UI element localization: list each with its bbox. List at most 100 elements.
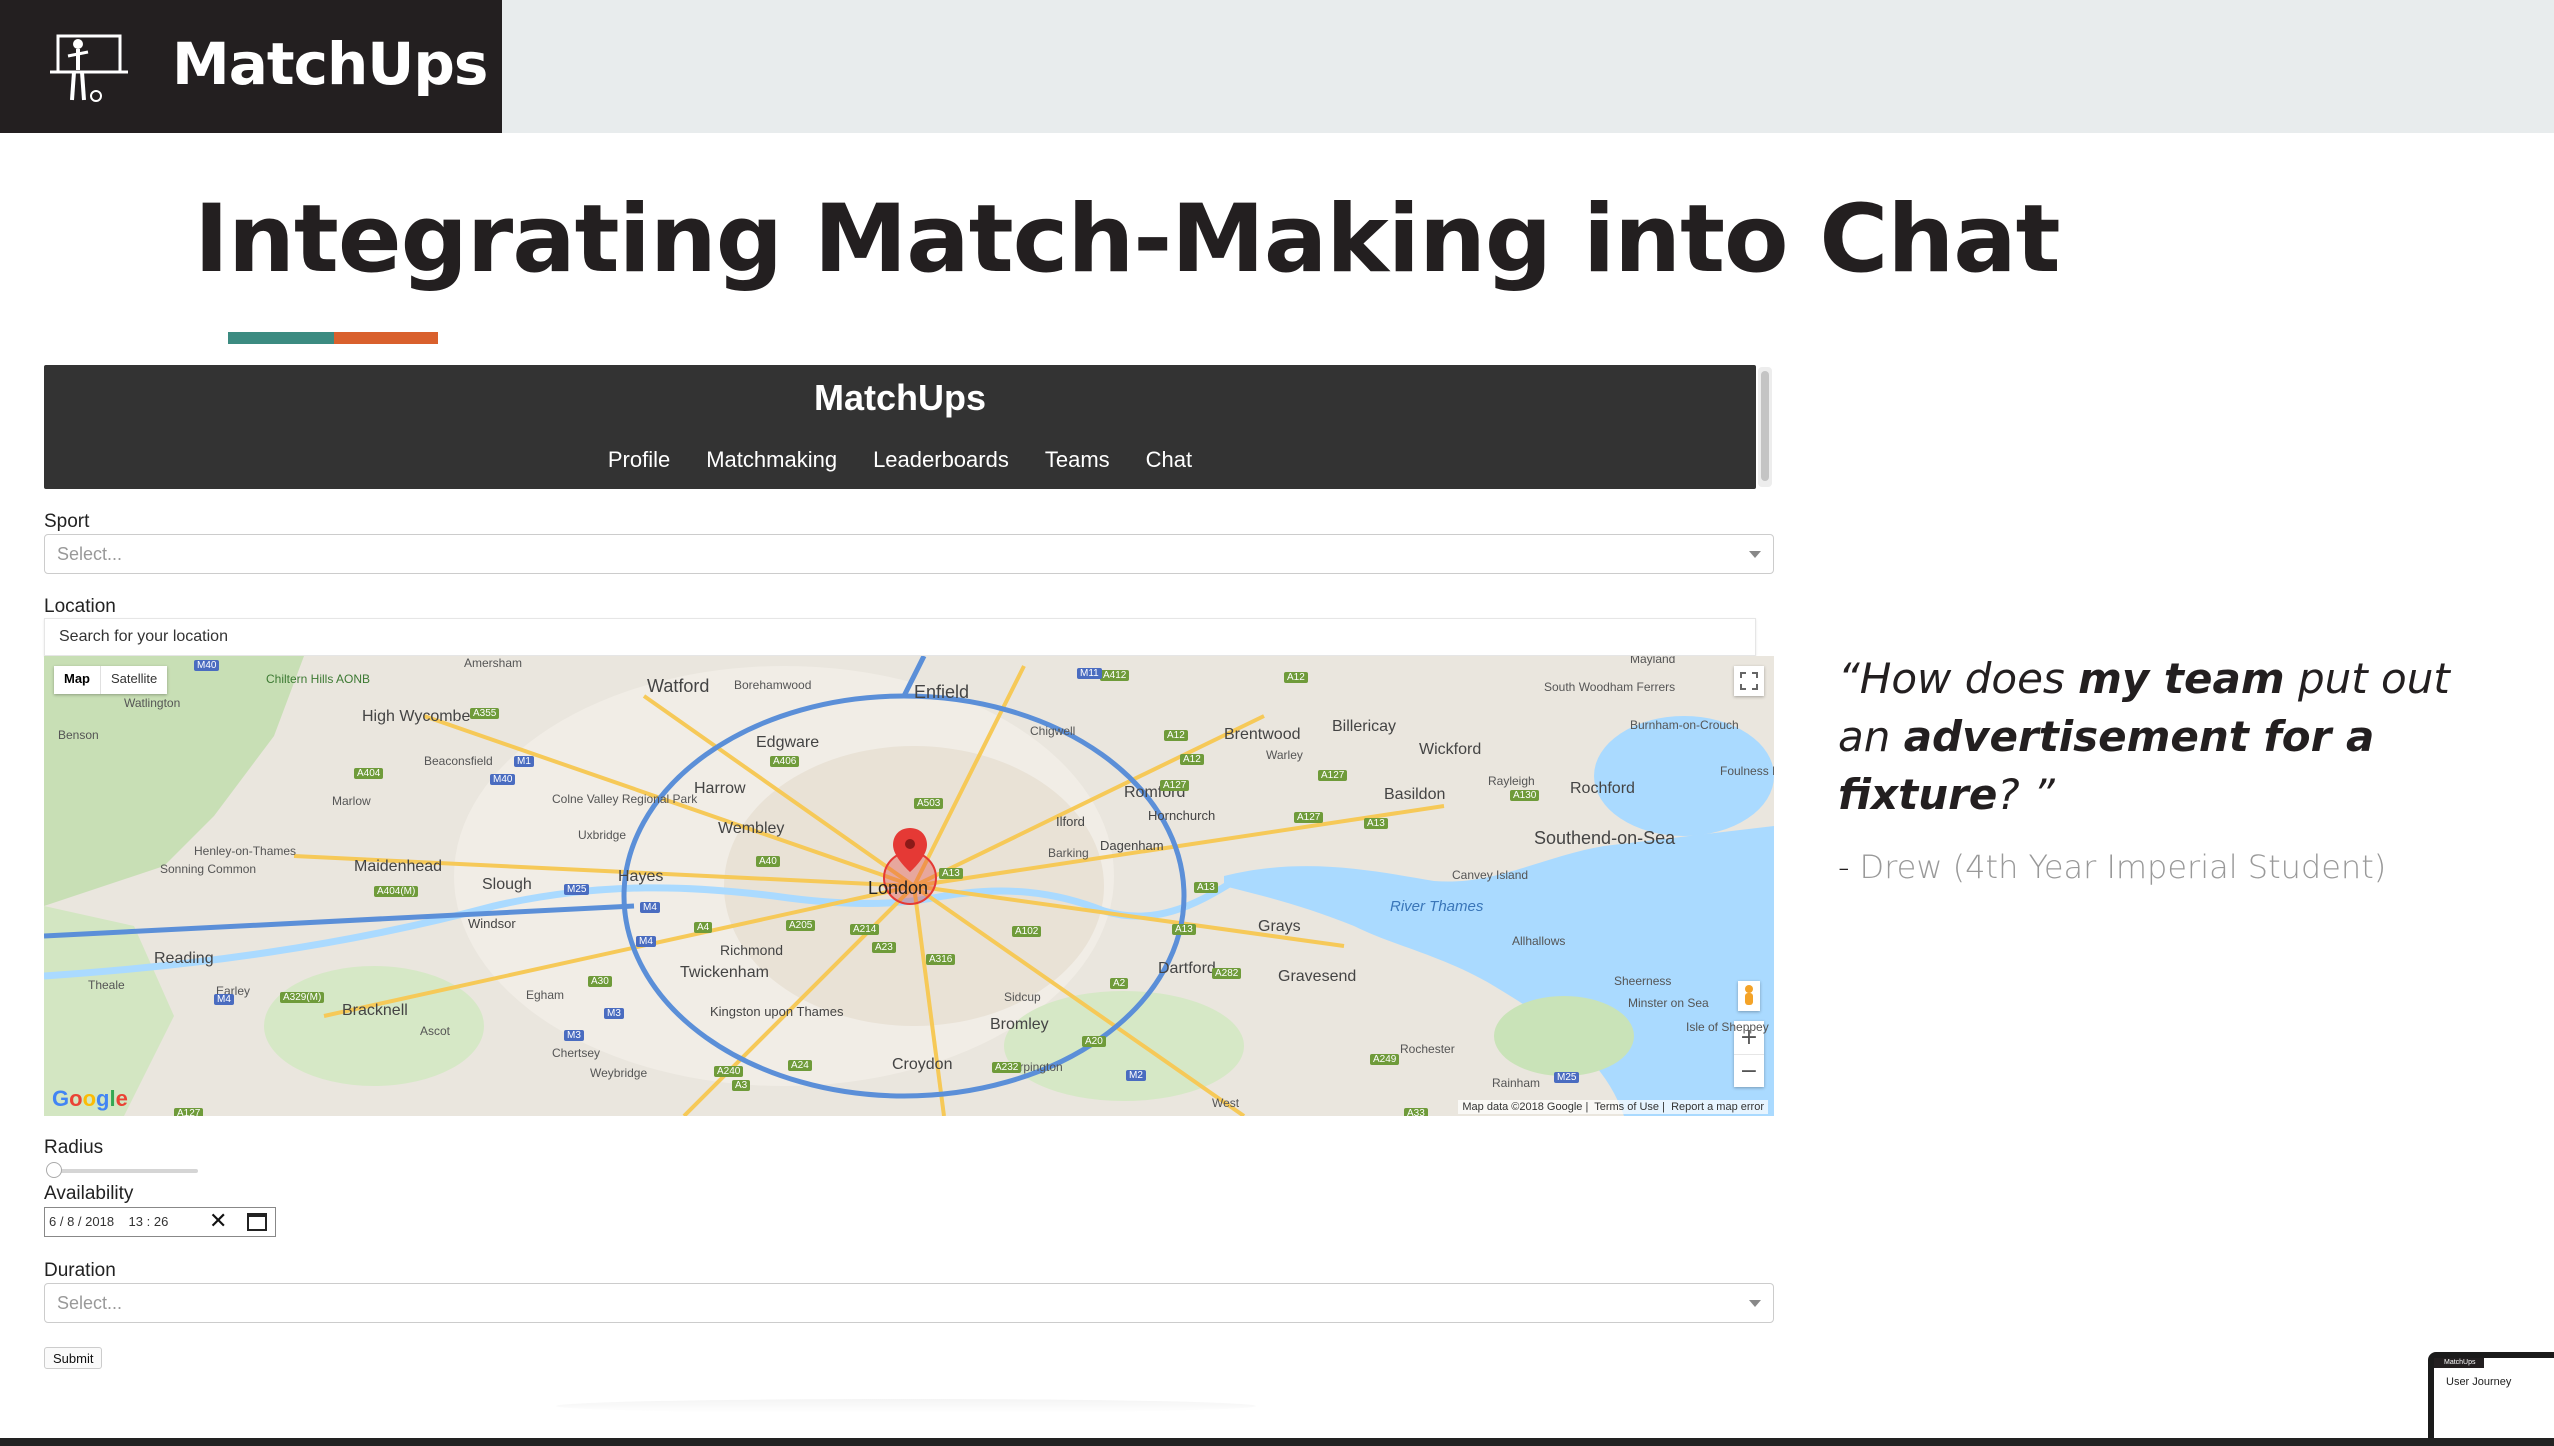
nav-link-matchmaking[interactable]: Matchmaking bbox=[706, 447, 837, 473]
road-badge: A232 bbox=[992, 1062, 1022, 1073]
quote-attribution: - Drew (4th Year Imperial Student) bbox=[1838, 848, 2386, 886]
map-place-label: West bbox=[1212, 1096, 1240, 1110]
map-place-label: Mayland bbox=[1630, 656, 1676, 666]
map-type-satellite-button[interactable]: Satellite bbox=[101, 666, 167, 694]
radius-slider-thumb[interactable] bbox=[46, 1162, 62, 1178]
road-badge: A12 bbox=[1180, 754, 1204, 765]
map-place-label: Ascot bbox=[420, 1024, 451, 1038]
availability-hour[interactable]: 13 bbox=[129, 1214, 143, 1229]
road-badge: M4 bbox=[636, 936, 656, 947]
map-type-control: Map Satellite bbox=[54, 666, 168, 694]
road-badge: A127 bbox=[1294, 812, 1324, 823]
pegman-icon[interactable] bbox=[1738, 981, 1760, 1011]
map-place-label: Bromley bbox=[990, 1016, 1049, 1033]
radius-slider-track[interactable] bbox=[50, 1169, 198, 1173]
road-badge: A13 bbox=[1194, 882, 1218, 893]
map-attribution: Map data ©2018 Google | Terms of Use | R… bbox=[1458, 1100, 1768, 1114]
road-badge: A412 bbox=[1100, 670, 1130, 681]
road-badge: M1 bbox=[514, 756, 534, 767]
map-place-label: Weybridge bbox=[590, 1066, 648, 1080]
road-badge: A329(M) bbox=[280, 992, 325, 1003]
map-type-map-button[interactable]: Map bbox=[54, 666, 101, 694]
thumbnail-canvas: MatchUps User Journey bbox=[2434, 1358, 2554, 1446]
map-place-label: Sheerness bbox=[1614, 974, 1672, 988]
road-badge: M4 bbox=[640, 902, 660, 913]
submit-button[interactable]: Submit bbox=[44, 1347, 103, 1369]
map-place-label: London bbox=[868, 878, 929, 898]
terms-of-use-link[interactable]: Terms of Use bbox=[1594, 1101, 1659, 1113]
road-badge: A12 bbox=[1164, 730, 1188, 741]
road-badge: A102 bbox=[1012, 926, 1042, 937]
availability-year[interactable]: 2018 bbox=[85, 1214, 114, 1229]
sport-select-placeholder: Select... bbox=[57, 544, 123, 564]
map-place-label: Rayleigh bbox=[1488, 774, 1535, 788]
quote-text: “How does bbox=[1838, 654, 2079, 703]
calendar-icon[interactable] bbox=[247, 1213, 267, 1231]
app-scrollbar[interactable] bbox=[1758, 367, 1772, 487]
map-place-label: Croydon bbox=[892, 1056, 953, 1073]
road-badge: M11 bbox=[1077, 668, 1102, 679]
app-nav-title[interactable]: MatchUps bbox=[44, 377, 1756, 419]
quote-author: Drew (4th Year Imperial Student) bbox=[1859, 848, 2387, 886]
map-place-label: South Woodham Ferrers bbox=[1544, 680, 1676, 694]
map-place-label: Henley-on-Thames bbox=[194, 844, 297, 858]
map-place-label: Basildon bbox=[1384, 786, 1446, 803]
road-badge: M4 bbox=[214, 994, 234, 1005]
road-badge: A404 bbox=[354, 768, 384, 779]
road-badge: M40 bbox=[490, 774, 516, 785]
availability-month[interactable]: 8 bbox=[67, 1214, 74, 1229]
road-badge: A33 bbox=[1404, 1108, 1428, 1116]
location-search-placeholder: Search for your location bbox=[59, 628, 228, 645]
map-place-label: Sidcup bbox=[1004, 990, 1041, 1004]
scrollbar-thumb[interactable] bbox=[1761, 371, 1769, 481]
matchups-logo-icon bbox=[50, 34, 128, 102]
map-place-label: Chertsey bbox=[552, 1046, 601, 1060]
road-badge: M2 bbox=[1126, 1070, 1146, 1081]
map-place-label: Dagenham bbox=[1100, 838, 1164, 853]
road-badge: A127 bbox=[174, 1108, 204, 1116]
road-badge: A214 bbox=[850, 924, 880, 935]
next-slide-thumbnail[interactable]: MatchUps User Journey bbox=[2428, 1352, 2554, 1446]
availability-day[interactable]: 6 bbox=[49, 1214, 56, 1229]
map-place-label: Warley bbox=[1266, 748, 1303, 762]
map-place-label: Allhallows bbox=[1512, 934, 1566, 948]
location-search-input[interactable]: Search for your location bbox=[44, 618, 1756, 656]
nav-link-leaderboards[interactable]: Leaderboards bbox=[873, 447, 1009, 473]
map-place-label: Hayes bbox=[618, 868, 664, 885]
road-badge: A3 bbox=[732, 1080, 751, 1091]
road-badge: A406 bbox=[770, 756, 800, 767]
nav-link-teams[interactable]: Teams bbox=[1045, 447, 1110, 473]
thumbnail-brand-bar: MatchUps bbox=[2434, 1358, 2484, 1368]
road-badge: A20 bbox=[1082, 1036, 1106, 1047]
map-place-label: Amersham bbox=[464, 656, 523, 670]
map-place-label: Windsor bbox=[468, 916, 516, 931]
map[interactable]: Map Satellite + − Watford Enfield High W… bbox=[44, 656, 1774, 1116]
sport-select[interactable]: Select... bbox=[44, 534, 1774, 574]
availability-datetime-input[interactable]: 6 / 8 / 2018 13 : 26 ✕ bbox=[44, 1207, 276, 1237]
map-place-label: Wickford bbox=[1419, 741, 1482, 758]
clear-icon[interactable]: ✕ bbox=[209, 1209, 227, 1234]
road-badge: A127 bbox=[1160, 780, 1190, 791]
duration-select[interactable]: Select... bbox=[44, 1283, 1774, 1323]
map-place-label: Wembley bbox=[718, 820, 785, 837]
nav-link-profile[interactable]: Profile bbox=[608, 447, 670, 473]
report-map-error-link[interactable]: Report a map error bbox=[1671, 1101, 1764, 1113]
zoom-out-icon[interactable]: − bbox=[1734, 1054, 1764, 1087]
road-badge: A40 bbox=[756, 856, 780, 867]
map-place-label: Watlington bbox=[124, 696, 181, 710]
road-badge: A282 bbox=[1212, 968, 1242, 979]
map-place-label: Burnham-on-Crouch bbox=[1630, 718, 1739, 732]
road-badge: A13 bbox=[1172, 924, 1196, 935]
nav-link-chat[interactable]: Chat bbox=[1146, 447, 1192, 473]
road-badge: A2 bbox=[1110, 978, 1129, 989]
quote-emphasis: my team bbox=[2078, 654, 2285, 703]
chevron-down-icon bbox=[1749, 551, 1761, 558]
map-place-label: Theale bbox=[88, 978, 125, 992]
road-badge: A205 bbox=[786, 920, 816, 931]
road-badge: A127 bbox=[1318, 770, 1348, 781]
fullscreen-icon[interactable] bbox=[1734, 666, 1764, 696]
app-nav-links: Profile Matchmaking Leaderboards Teams C… bbox=[44, 447, 1756, 473]
map-place-label: Brentwood bbox=[1224, 726, 1301, 743]
availability-minute[interactable]: 26 bbox=[154, 1214, 168, 1229]
map-place-label: Egham bbox=[526, 988, 565, 1002]
